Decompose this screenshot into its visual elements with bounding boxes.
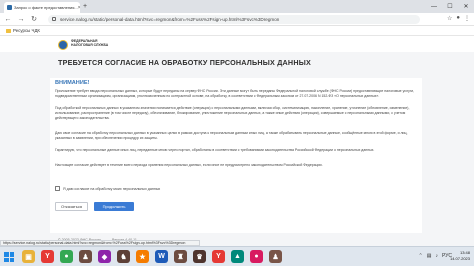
address-bar[interactable]: service.nalog.ru/static/personal-data.ht…	[48, 15, 420, 24]
agree-label: Я даю согласие на обработку моих персона…	[63, 186, 161, 191]
profile-icon[interactable]: ●	[456, 15, 460, 22]
consent-paragraph-5: Настоящее согласие действует в течение в…	[55, 163, 323, 167]
bookmark-folder[interactable]: Ресурсы ЧДК	[13, 28, 40, 33]
windows-start-icon[interactable]	[4, 252, 14, 262]
maximize-button[interactable]: ☐	[442, 0, 458, 13]
chevron-up-icon[interactable]: ⌃	[419, 253, 423, 259]
taskbar-app-app-6-icon[interactable]: ★	[136, 250, 149, 263]
tab-favicon-icon	[7, 5, 12, 10]
browser-tabbar: Запрос о факте предоставления... × + — ☐…	[0, 0, 474, 13]
site-header: ФЕДЕРАЛЬНАЯ НАЛОГОВАЯ СЛУЖБА	[0, 37, 474, 52]
minimize-button[interactable]: —	[426, 0, 442, 13]
star-icon[interactable]: ☆	[447, 15, 452, 22]
browser-toolbar: ← → ↻ service.nalog.ru/static/personal-d…	[0, 13, 474, 26]
taskbar-app-chrome-icon[interactable]: ●	[60, 250, 73, 263]
forward-icon[interactable]: →	[16, 14, 26, 24]
menu-icon[interactable]: ⋮	[464, 15, 470, 22]
page-title: ТРЕБУЕТСЯ СОГЛАСИЕ НА ОБРАБОТКУ ПЕРСОНАЛ…	[58, 58, 311, 67]
agree-row[interactable]: Я даю согласие на обработку моих персона…	[55, 186, 160, 191]
browser-tab[interactable]: Запрос о факте предоставления... ×	[4, 2, 80, 13]
close-window-button[interactable]: ✕	[458, 0, 474, 13]
system-tray: ⌃ ▤ ♪ РУС	[419, 253, 452, 259]
taskbar-app-app-5-icon[interactable]: ♞	[117, 250, 130, 263]
consent-paragraph-3: Даю свое согласие на обработку персональ…	[55, 131, 408, 140]
taskbar-app-app-11-icon[interactable]: ▲	[231, 250, 244, 263]
taskbar-app-app-9-icon[interactable]: ♛	[193, 250, 206, 263]
fns-logo-icon[interactable]	[58, 40, 68, 50]
consent-paragraph-2: Под обработкой персональных данных в ука…	[55, 106, 410, 120]
agree-checkbox[interactable]	[55, 186, 60, 191]
taskbar-app-word-icon[interactable]: W	[155, 250, 168, 263]
taskbar-app-app-12-icon[interactable]: ●	[250, 250, 263, 263]
attention-heading: ВНИМАНИЕ!	[55, 80, 90, 86]
clock[interactable]: 13:48 14.07.2023	[450, 250, 470, 262]
taskbar-app-app-13-icon[interactable]: ♟	[269, 250, 282, 263]
continue-button[interactable]: Продолжить	[94, 202, 134, 211]
taskbar-apps: ▣ Y ● ♟ ◆ ♞ ★ W ♜ ♛ Y ▲ ● ♟	[22, 250, 282, 263]
tab-title: Запрос о факте предоставления...	[14, 5, 78, 10]
folder-icon	[6, 28, 11, 33]
taskbar-app-yandex-icon[interactable]: Y	[41, 250, 54, 263]
new-tab-button[interactable]: +	[83, 2, 87, 11]
tab-close-icon[interactable]: ×	[78, 5, 80, 11]
logo-text: ФЕДЕРАЛЬНАЯ НАЛОГОВАЯ СЛУЖБА	[71, 39, 109, 47]
consent-paragraph-4: Гарантирую, что персональные данные иных…	[55, 148, 375, 152]
bookmarks-bar: Ресурсы ЧДК	[0, 26, 474, 36]
network-icon[interactable]: ▤	[427, 253, 432, 259]
taskbar: ▣ Y ● ♟ ◆ ♞ ★ W ♜ ♛ Y ▲ ● ♟ ⌃ ▤ ♪ РУС 13:48 14.07.202…	[0, 246, 474, 266]
back-icon[interactable]: ←	[3, 14, 13, 24]
volume-icon[interactable]: ♪	[435, 253, 438, 259]
taskbar-app-app-8-icon[interactable]: ♜	[174, 250, 187, 263]
taskbar-app-yandex-browser-icon[interactable]: Y	[212, 250, 225, 263]
taskbar-app-app-4-icon[interactable]: ◆	[98, 250, 111, 263]
clock-date: 14.07.2023	[449, 256, 470, 261]
cancel-button[interactable]: Отказаться	[55, 202, 88, 211]
taskbar-app-explorer-icon[interactable]: ▣	[22, 250, 35, 263]
toolbar-actions: ☆ ● ⋮	[447, 15, 470, 22]
reload-icon[interactable]: ↻	[29, 14, 39, 24]
window-controls: — ☐ ✕	[426, 0, 474, 13]
lock-icon	[52, 17, 56, 21]
taskbar-app-app-3-icon[interactable]: ♟	[79, 250, 92, 263]
consent-paragraph-1: Приложение требует ввода персональных да…	[55, 89, 415, 98]
address-text: service.nalog.ru/static/personal-data.ht…	[60, 17, 280, 22]
